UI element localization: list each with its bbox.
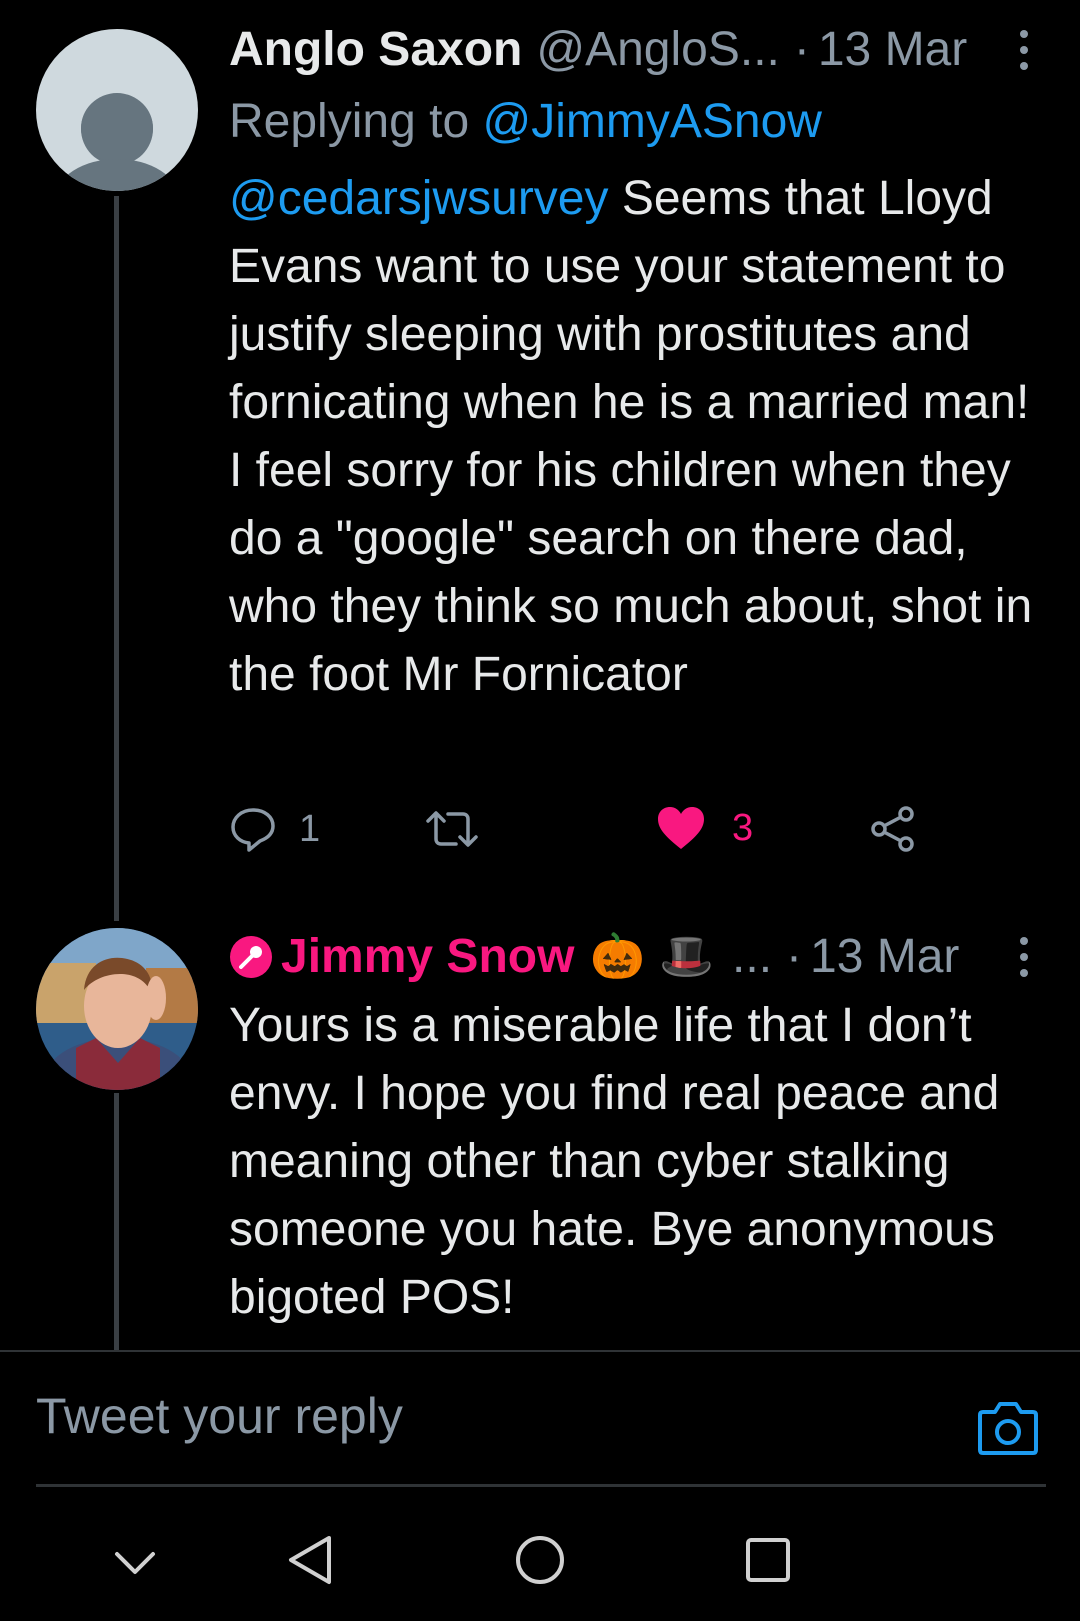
- reply-count: 1: [299, 807, 321, 850]
- tweet-date[interactable]: 13 Mar: [818, 22, 967, 78]
- tweet-text: Yours is a miserable life that I don’t e…: [229, 999, 1000, 1324]
- tweet-header: Jimmy Snow 🎃 🎩 ... · 13 Mar: [229, 929, 1020, 985]
- author-name[interactable]: Jimmy Snow: [281, 929, 574, 985]
- author-name[interactable]: Anglo Saxon: [229, 22, 522, 78]
- separator-dot: ·: [786, 930, 803, 983]
- replying-to: Replying to @JimmyASnow: [229, 94, 822, 150]
- chevron-down-icon[interactable]: [113, 1540, 157, 1584]
- home-icon[interactable]: [514, 1534, 566, 1586]
- reply-input[interactable]: [36, 1376, 896, 1456]
- default-profile-icon: [36, 29, 198, 191]
- reply-underline: [36, 1484, 1046, 1487]
- avatar-anglo-saxon[interactable]: [36, 29, 198, 191]
- microphone-icon: [230, 936, 272, 978]
- replying-to-mention[interactable]: @JimmyASnow: [482, 95, 821, 148]
- system-nav-bar: [0, 1500, 1080, 1621]
- top-hat-emoji-icon: 🎩: [659, 932, 715, 981]
- reply-button[interactable]: 1: [229, 805, 320, 853]
- retweet-icon: [426, 811, 478, 847]
- tweet-date[interactable]: 13 Mar: [810, 929, 959, 985]
- tweet-header: Anglo Saxon @AngloS... · 13 Mar: [229, 22, 1020, 78]
- profile-photo: [36, 928, 198, 1090]
- thread-line-top: [114, 196, 119, 921]
- more-options-icon[interactable]: [1018, 937, 1030, 977]
- like-count: 3: [732, 806, 754, 849]
- tweet-text-body: Seems that Lloyd Evans want to use your …: [229, 172, 1033, 701]
- avatar-jimmy-snow[interactable]: [36, 928, 198, 1090]
- reply-icon: [231, 808, 275, 852]
- pumpkin-emoji-icon: 🎃: [590, 932, 646, 981]
- camera-icon[interactable]: [977, 1398, 1039, 1456]
- author-handle-truncated[interactable]: ...: [732, 929, 772, 985]
- more-options-icon[interactable]: [1018, 30, 1030, 70]
- heart-icon: [658, 807, 704, 849]
- like-button[interactable]: 3: [656, 805, 753, 851]
- share-button[interactable]: [869, 805, 917, 853]
- tweet-text: @cedarsjwsurvey Seems that Lloyd Evans w…: [229, 165, 1049, 709]
- thread-line-bottom: [114, 1093, 119, 1350]
- separator-dot: ·: [793, 23, 810, 76]
- replying-to-label: Replying to: [229, 95, 483, 148]
- mention-link[interactable]: @cedarsjwsurvey: [229, 172, 609, 225]
- recents-icon[interactable]: [744, 1536, 792, 1584]
- author-handle[interactable]: @AngloS...: [536, 22, 780, 78]
- tweet-actions: 1 3: [229, 805, 929, 865]
- reply-composer: [0, 1352, 1080, 1487]
- share-icon: [871, 806, 914, 852]
- back-icon[interactable]: [285, 1534, 335, 1586]
- retweet-button[interactable]: [424, 805, 480, 853]
